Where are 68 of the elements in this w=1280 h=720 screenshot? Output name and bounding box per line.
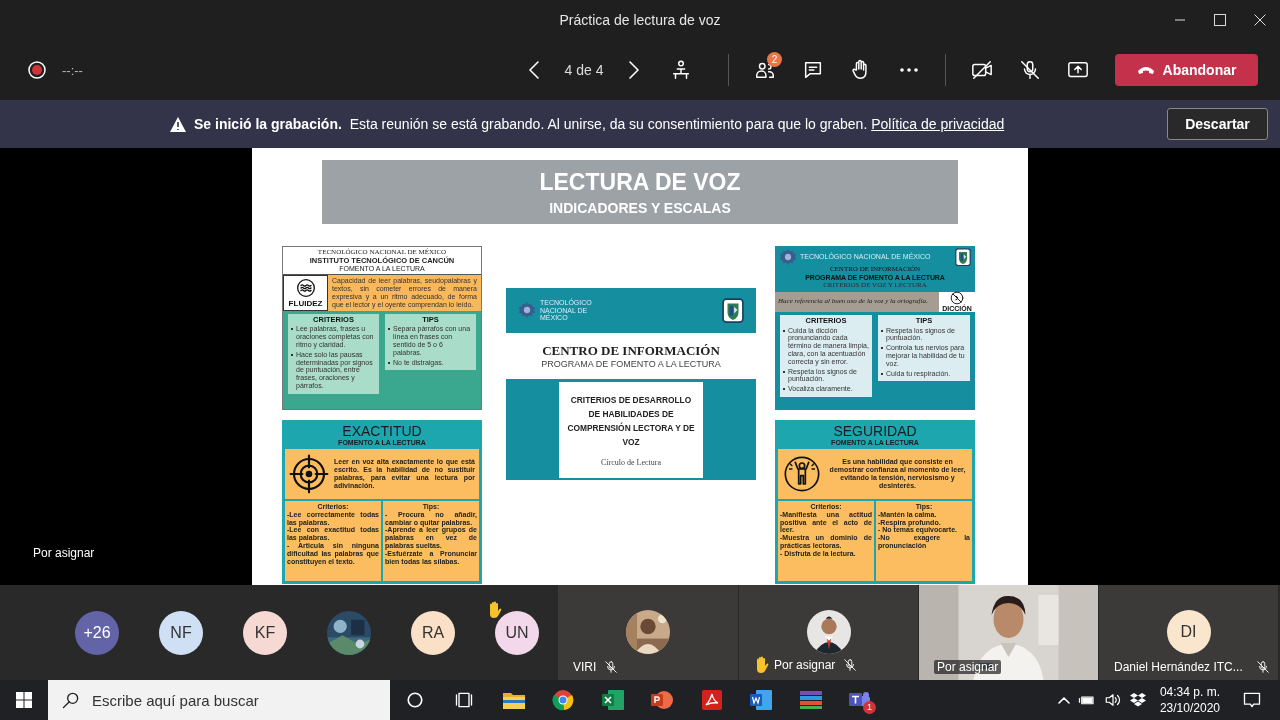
recording-notice: Se inició la grabación. Esta reunión se está grabando. Al unirse, da su consentimiento para que lo graben. Política de privacidad bbox=[194, 116, 1005, 132]
card-title: SEGURIDAD bbox=[833, 423, 917, 439]
gear-icon bbox=[779, 248, 797, 267]
waves-icon bbox=[295, 278, 316, 299]
participant-name: Por asignar bbox=[774, 658, 836, 672]
circle-icon bbox=[405, 691, 424, 709]
volume-icon bbox=[1103, 691, 1122, 709]
participant-avatar[interactable]: UN bbox=[495, 610, 539, 655]
notifications-icon bbox=[1242, 690, 1262, 710]
participant-name: Por asignar bbox=[934, 660, 1002, 674]
participants-badge: 2 bbox=[767, 52, 782, 67]
app-icon[interactable] bbox=[799, 691, 822, 709]
leave-button[interactable]: Abandonar bbox=[1115, 54, 1258, 86]
gear-icon bbox=[518, 301, 536, 320]
no-symbol-icon bbox=[950, 291, 964, 306]
presenter-icon bbox=[670, 59, 692, 81]
privacy-link[interactable]: Política de privacidad bbox=[871, 116, 1005, 132]
folder-icon[interactable] bbox=[502, 691, 525, 709]
search-field[interactable]: Escribe aquí para buscar bbox=[48, 680, 390, 720]
participant-name: Daniel Hernández ITC... bbox=[1114, 660, 1243, 674]
chevron-left-icon bbox=[529, 61, 539, 79]
maximize-icon bbox=[1214, 14, 1226, 26]
presentation-icon[interactable] bbox=[651, 690, 674, 710]
chevron-up-icon bbox=[1057, 696, 1070, 704]
participant-avatar[interactable]: NF bbox=[159, 610, 203, 655]
window-title: Práctica de lectura de voz bbox=[559, 12, 721, 28]
card-label: FLUIDEZ bbox=[288, 298, 323, 308]
browser-icon[interactable] bbox=[552, 689, 575, 711]
more-icon bbox=[900, 68, 918, 72]
dropbox-icon[interactable] bbox=[1129, 692, 1146, 708]
card-heading: CRITERIOS DE DESARROLLO DE HABILIDADES DE COMPRENSIÓN LECTORA Y DE VOZ bbox=[566, 394, 696, 449]
close-icon bbox=[1254, 14, 1266, 26]
card-caption: Círculo de Lectura bbox=[601, 458, 661, 467]
spreadsheet-icon[interactable] bbox=[601, 690, 624, 710]
target-icon bbox=[289, 454, 329, 494]
chevron-right-icon bbox=[629, 61, 639, 79]
participant-avatar[interactable]: KF bbox=[243, 610, 287, 655]
pdf-icon[interactable] bbox=[701, 690, 722, 710]
participant-count[interactable]: +26 bbox=[75, 610, 119, 655]
participant-avatar[interactable]: RA bbox=[411, 610, 455, 655]
warning-icon bbox=[170, 116, 186, 132]
mic-off-icon bbox=[1019, 59, 1041, 81]
slide-subtitle: INDICADORES Y ESCALAS bbox=[549, 199, 731, 216]
card-program: PROGRAMA DE FOMENTO A LA LECTURA bbox=[541, 359, 721, 369]
card-center: CENTRO DE INFORMACIÓN bbox=[542, 343, 720, 359]
clock-date[interactable]: 23/10/2020 bbox=[1159, 700, 1220, 716]
slide-title: LECTURA DE VOZ bbox=[539, 168, 741, 196]
chat-icon bbox=[802, 59, 824, 81]
dismiss-button[interactable]: Descartar bbox=[1167, 108, 1268, 140]
shield-icon bbox=[955, 248, 971, 267]
recording-timer: --:-- bbox=[62, 62, 83, 78]
notification-badge: 1 bbox=[863, 701, 876, 714]
page-indicator: 4 de 4 bbox=[563, 62, 605, 78]
minimize-icon bbox=[1175, 19, 1185, 21]
task-view-icon bbox=[454, 690, 475, 710]
windows-icon[interactable] bbox=[16, 692, 32, 708]
speaker-name: Por asignar bbox=[33, 546, 95, 560]
record-icon bbox=[28, 61, 46, 79]
camera-off-icon bbox=[971, 59, 993, 81]
phone-icon bbox=[1136, 65, 1155, 75]
document-icon[interactable] bbox=[750, 690, 773, 710]
person-icon bbox=[782, 454, 822, 494]
shield-icon bbox=[722, 297, 744, 324]
card-title: EXACTITUD bbox=[342, 423, 422, 439]
search-icon bbox=[61, 690, 81, 710]
clock-time[interactable]: 04:34 p. m. bbox=[1159, 684, 1220, 700]
participant-avatar: DI bbox=[1166, 610, 1211, 654]
participant-name: VIRI bbox=[573, 660, 597, 674]
